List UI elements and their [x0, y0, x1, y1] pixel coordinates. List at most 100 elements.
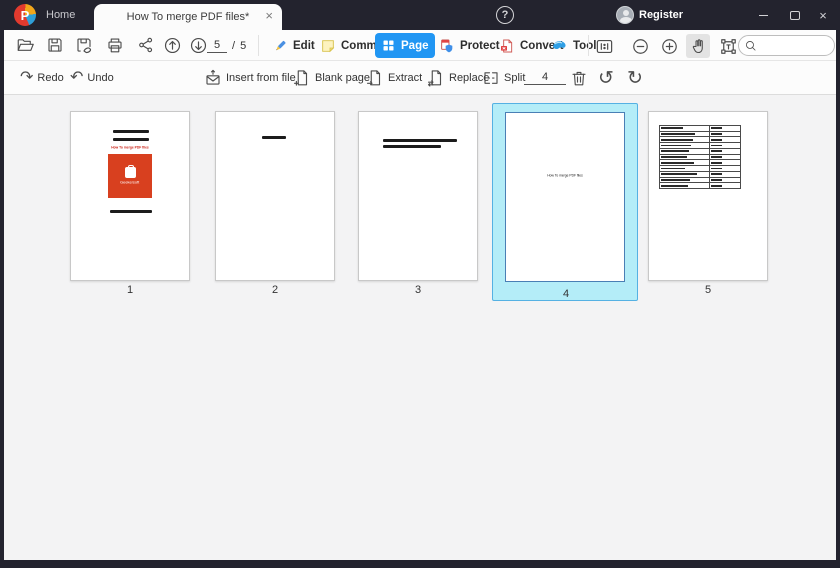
page-5-preview — [648, 111, 768, 281]
blank-page-icon — [293, 70, 308, 86]
avatar-head — [622, 10, 629, 16]
search-input[interactable] — [757, 39, 827, 52]
insert-from-file-label: Insert from file — [226, 72, 296, 84]
table-row — [660, 183, 740, 189]
app-logo-icon[interactable]: P — [14, 4, 36, 26]
zoom-out-icon — [632, 38, 648, 54]
document-tab-title: How To merge PDF files* — [126, 11, 250, 23]
page-thumbnail-5[interactable]: 5 — [648, 111, 768, 296]
next-page-button[interactable] — [189, 36, 208, 55]
insert-from-file-button[interactable]: Insert from file — [204, 61, 296, 95]
text-line-placeholder — [383, 145, 441, 148]
rotate-right-icon: ↻ — [627, 67, 643, 89]
split-label: Split — [504, 72, 526, 84]
tab-page[interactable]: Page — [375, 33, 435, 58]
current-page-input[interactable]: 5 — [207, 39, 227, 53]
pencil-icon — [276, 40, 286, 50]
home-button[interactable]: Home — [46, 0, 75, 30]
document-tab[interactable]: How To merge PDF files* × — [94, 4, 282, 30]
register-button[interactable]: Register — [639, 0, 683, 30]
blank-page-button[interactable]: Blank page — [293, 61, 370, 95]
fit-width-icon — [596, 39, 612, 53]
minimize-button[interactable] — [752, 0, 774, 30]
split-button[interactable]: Split — [482, 61, 525, 95]
zoom-in-button[interactable] — [657, 34, 681, 58]
page-1-red-title: How To merge PDF files — [111, 146, 149, 150]
split-count-field[interactable]: 4 — [524, 61, 566, 95]
page-1-preview: How To merge PDF files Geekersoft — [70, 111, 190, 281]
share-button[interactable] — [137, 36, 155, 54]
shield-protect-icon — [441, 39, 453, 52]
page-3-preview — [358, 111, 478, 281]
save-icon — [48, 38, 62, 52]
window-bottom-border — [0, 560, 840, 568]
extract-page-icon — [366, 70, 381, 86]
insert-from-file-icon — [206, 69, 220, 85]
undo-label: Undo — [87, 72, 114, 84]
select-frame-icon — [720, 38, 736, 54]
extract-label: Extract — [388, 72, 423, 84]
page-thumbnail-1[interactable]: How To merge PDF files Geekersoft 1 — [70, 111, 190, 296]
page-thumbnail-2[interactable]: 2 — [215, 111, 335, 296]
open-file-button[interactable] — [16, 36, 34, 54]
page-navigator: 5 / 5 — [207, 30, 246, 61]
titlebar: P Home How To merge PDF files* × ? Regis… — [0, 0, 840, 30]
page-grid-icon — [383, 40, 394, 51]
close-icon: × — [819, 7, 827, 23]
tab-edit[interactable]: Edit — [266, 33, 321, 58]
logo-letter: P — [20, 7, 30, 23]
help-icon[interactable]: ? — [496, 6, 514, 24]
extract-button[interactable]: Extract — [366, 61, 422, 95]
hand-icon — [692, 38, 703, 53]
toolbar-separator — [258, 35, 259, 56]
replace-button[interactable]: Replace — [427, 61, 489, 95]
toolbar-separator — [588, 35, 589, 56]
tab-page-label: Page — [401, 39, 429, 52]
thumbnail-panel: How To merge PDF files Geekersoft 1 2 3 — [4, 95, 836, 560]
previous-page-button[interactable] — [163, 36, 182, 55]
page5-table — [659, 125, 741, 189]
hand-tool-button[interactable] — [686, 34, 710, 58]
page-number-label: 3 — [414, 284, 422, 296]
save-as-button[interactable] — [75, 36, 93, 54]
rotate-left-icon: ↺ — [598, 67, 614, 89]
save-as-icon — [77, 38, 92, 54]
page-number-label: 2 — [271, 284, 279, 296]
redo-label: Redo — [37, 72, 64, 84]
delete-page-button[interactable] — [570, 61, 588, 95]
text-line-placeholder — [113, 130, 149, 133]
rotate-left-button[interactable]: ↺ — [598, 61, 614, 95]
arrow-down-circle-icon — [190, 37, 207, 54]
redo-button[interactable]: ↷ Redo — [20, 61, 64, 95]
arrow-up-circle-icon — [164, 37, 181, 54]
split-count-input[interactable]: 4 — [524, 71, 566, 85]
fit-width-button[interactable] — [592, 34, 616, 58]
undo-button[interactable]: ↶ Undo — [70, 61, 114, 95]
rotate-right-button[interactable]: ↻ — [627, 61, 643, 95]
page-thumbnail-4-selected[interactable]: How To merge PDF files 4 — [492, 103, 638, 301]
page-thumbnail-3[interactable]: 3 — [358, 111, 478, 296]
page-2-preview — [215, 111, 335, 281]
zoom-out-button[interactable] — [628, 34, 652, 58]
app-window: P Home How To merge PDF files* × ? Regis… — [0, 0, 840, 568]
maximize-button[interactable] — [784, 0, 806, 30]
tool-bucket-icon — [553, 41, 566, 50]
avatar-icon[interactable] — [616, 6, 634, 24]
total-pages: 5 — [240, 39, 247, 52]
main-toolbar: 5 / 5 Edit Comment Page Protect Convert … — [4, 30, 836, 61]
print-button[interactable] — [106, 36, 124, 54]
trash-icon — [572, 71, 586, 86]
tab-close-icon[interactable]: × — [265, 8, 273, 24]
redo-icon: ↷ — [20, 69, 34, 86]
minimize-icon — [758, 14, 768, 16]
save-button[interactable] — [46, 36, 64, 54]
share-icon — [139, 37, 153, 53]
tab-edit-label: Edit — [293, 39, 315, 52]
search-box[interactable] — [738, 35, 835, 56]
select-tool-button[interactable] — [716, 34, 740, 58]
page-4-preview: How To merge PDF files — [505, 112, 625, 282]
maximize-icon — [790, 10, 800, 20]
search-icon — [746, 41, 756, 51]
close-button[interactable]: × — [812, 0, 834, 30]
convert-file-icon — [501, 39, 513, 52]
